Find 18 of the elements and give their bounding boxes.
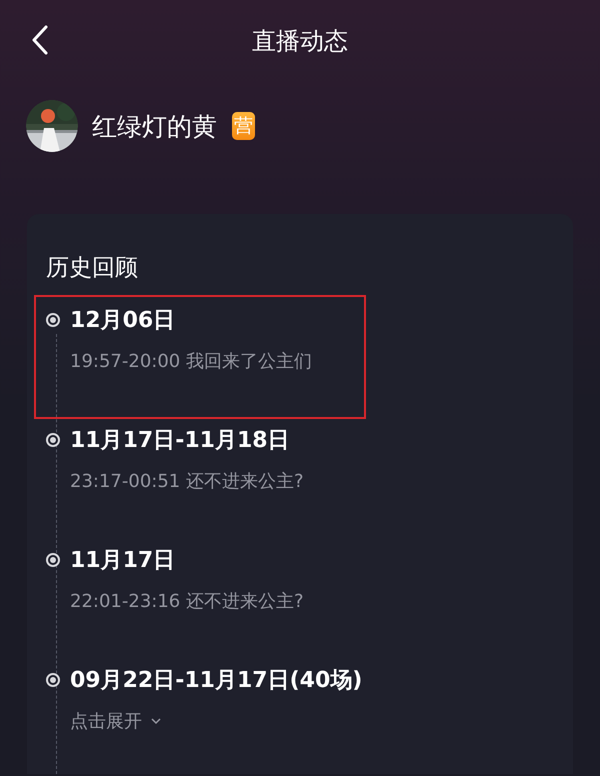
timeline-dot (46, 433, 60, 447)
back-icon (30, 24, 50, 56)
session-detail: 22:01-23:16 还不进来公主? (70, 590, 304, 613)
session-date: 11月17日 (70, 547, 176, 575)
camp-badge: 营 (232, 112, 255, 140)
session-detail: 23:17-00:51 还不进来公主? (70, 470, 304, 493)
page-title: 直播动态 (252, 26, 348, 57)
session-date: 11月17日-11月18日 (70, 427, 290, 455)
streamer-name: 红绿灯的黄 (92, 110, 217, 142)
session-date: 09月22日-11月17日(40场) (70, 667, 362, 695)
timeline-dot (46, 313, 60, 327)
session-detail: 19:57-20:00 我回来了公主们 (70, 350, 312, 373)
chevron-down-icon (150, 717, 162, 725)
session-date: 12月06日 (70, 307, 176, 335)
timeline-dot (46, 553, 60, 567)
section-title: 历史回顾 (46, 254, 139, 283)
timeline-dot (46, 673, 60, 687)
expand-button[interactable]: 点击展开 (70, 709, 162, 733)
